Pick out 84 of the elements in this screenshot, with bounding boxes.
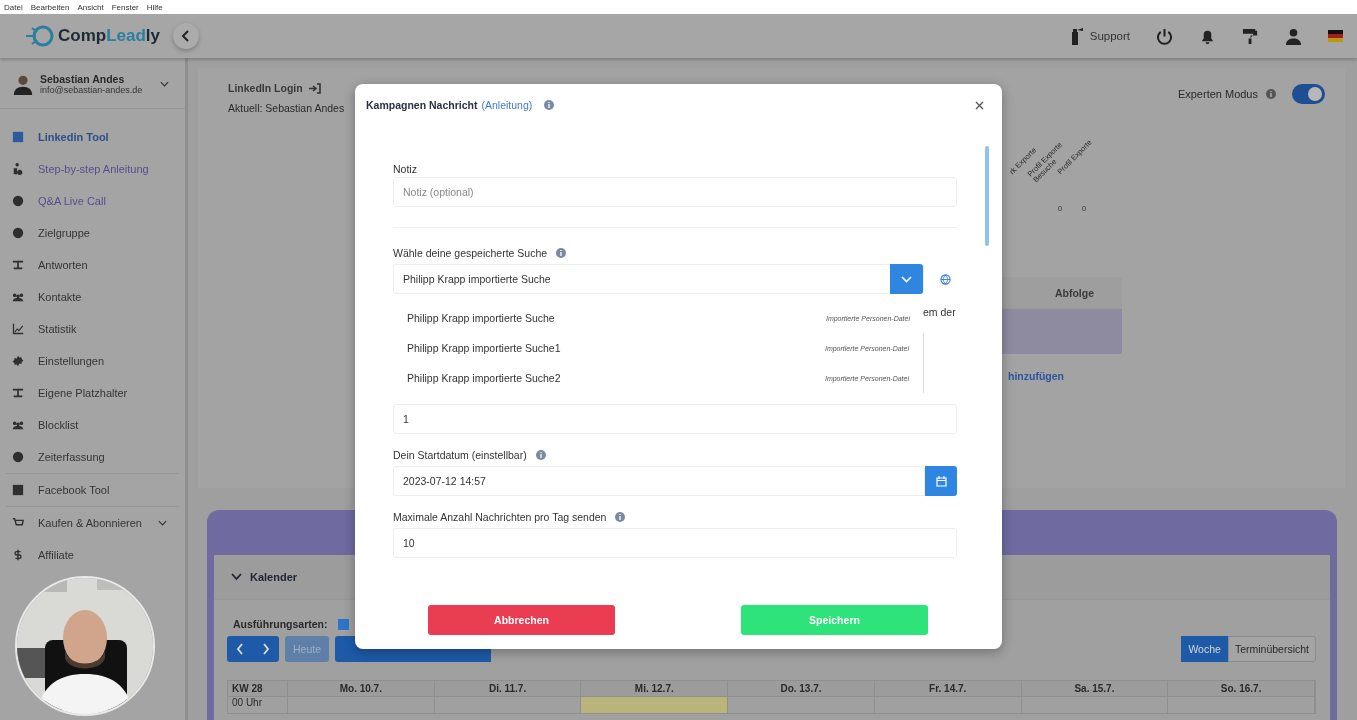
user-email: info@sebastian-andes.de (40, 85, 143, 95)
day-header: Do. 13.7. (728, 681, 875, 697)
sidebar-item[interactable]: Statistik (6, 313, 179, 345)
info-icon[interactable] (556, 248, 567, 258)
sidebar-item[interactable]: Affiliate (6, 539, 179, 571)
sidebar-item[interactable]: Zielgruppe (6, 217, 179, 249)
info-icon[interactable] (1266, 89, 1276, 99)
expert-mode-toggle[interactable] (1292, 84, 1325, 104)
day-header: Sa. 15.7. (1021, 681, 1169, 697)
info-icon[interactable] (615, 512, 626, 522)
chevron-down-icon (158, 520, 167, 526)
current-account: Aktuell: Sebastian Andes (228, 102, 345, 114)
users-icon (12, 419, 24, 431)
chevron-right-icon (262, 643, 270, 655)
sidebar-item[interactable]: Blocklist (6, 409, 179, 441)
sidebar-item[interactable]: Antworten (6, 249, 179, 281)
linkedin-login-link[interactable]: LinkedIn Login (228, 82, 345, 94)
legend-label: Ausführungsarten: (233, 618, 328, 630)
calendar-icon (935, 475, 947, 487)
line-chart-icon (12, 323, 24, 335)
chevron-left-icon (236, 643, 244, 655)
expert-mode-label: Experten Modus (1177, 88, 1258, 100)
start-date-label: Dein Startdatum (einstellbar) (393, 449, 527, 461)
note-field[interactable]: Notiz (optional) (393, 177, 957, 207)
day-header: Fr. 14.7. (874, 681, 1022, 697)
note-label: Notiz (393, 163, 418, 175)
dollar-icon (12, 549, 24, 561)
scrollbar[interactable] (985, 146, 989, 246)
hidden-text: em der (923, 306, 956, 318)
sidebar-item[interactable]: Facebook Tool (6, 474, 179, 506)
chevron-left-icon (181, 30, 191, 42)
view-tab[interactable]: Woche (1181, 636, 1228, 662)
view-tab[interactable]: Terminübersicht (1227, 636, 1316, 662)
menu-item[interactable]: Datei (4, 2, 23, 12)
info-icon[interactable] (544, 100, 555, 110)
sidebar-item[interactable]: Linkedin Tool (6, 121, 179, 153)
login-icon (308, 82, 321, 94)
max-messages-label: Maximale Anzahl Nachrichten pro Tag senden (393, 511, 607, 523)
count-field[interactable]: 1 (393, 404, 957, 434)
globe-icon[interactable] (940, 273, 951, 285)
collapse-button[interactable] (173, 23, 199, 49)
max-messages-field[interactable]: 10 (393, 528, 957, 558)
menu-item[interactable]: Fenster (111, 2, 139, 12)
cancel-button[interactable]: Abbrechen (428, 605, 615, 635)
menu-item[interactable]: Bearbeiten (30, 2, 70, 12)
avatar-icon (12, 73, 34, 95)
close-icon (974, 100, 984, 110)
time-label: 00 Uhr (228, 697, 288, 713)
logo[interactable]: CompLeadly (58, 26, 161, 46)
placeholder-icon (12, 387, 24, 399)
info-icon[interactable] (535, 450, 546, 460)
user-icon[interactable] (1285, 27, 1302, 45)
sidebar-item[interactable]: Kaufen & Abonnieren (6, 507, 179, 539)
chevron-down-icon (901, 275, 912, 283)
saved-search-label: Wähle deine gespeicherte Suche (393, 247, 548, 259)
sidebar-item[interactable]: Kontakte (6, 281, 179, 313)
dialog-title: Kampagnen Nachricht (366, 99, 478, 111)
week-number: KW 28 (228, 681, 288, 697)
sidebar-item[interactable]: Q&A Live Call (6, 185, 179, 217)
power-icon[interactable] (1156, 27, 1173, 45)
sidebar-item[interactable]: Eigene Platzhalter (6, 377, 179, 409)
saved-search-select[interactable]: Philipp Krapp importierte Suche (393, 264, 924, 294)
sidebar-item[interactable]: Einstellungen (6, 345, 179, 377)
start-date-field[interactable]: 2023-07-12 14:57 (393, 466, 925, 496)
day-header: Mo. 10.7. (288, 681, 435, 697)
day-header: Mi. 12.7. (581, 681, 729, 697)
paint-roller-icon[interactable] (1242, 27, 1259, 45)
column-header: Abfolge (1054, 286, 1094, 299)
settings-icon (12, 355, 24, 367)
user-name: Sebastian Andes (40, 73, 126, 85)
add-link[interactable]: hinzufügen (1008, 370, 1064, 382)
sidebar-item[interactable]: Zeiterfassung (6, 441, 179, 473)
menu-item[interactable]: Hilfe (146, 2, 163, 12)
day-header: So. 16.7. (1168, 681, 1315, 697)
sidebar-item[interactable]: Step-by-step Anleitung (6, 153, 179, 185)
placeholder-icon (12, 259, 24, 271)
menu-item[interactable]: Ansicht (77, 2, 104, 12)
support-button[interactable]: Support (1067, 27, 1130, 45)
guide-link[interactable]: (Anleitung) (481, 99, 533, 111)
german-flag-icon[interactable] (1328, 30, 1343, 42)
chevron-down-icon[interactable] (160, 81, 169, 87)
users-icon (12, 291, 24, 303)
day-header: Di. 11.7. (434, 681, 582, 697)
person-question-icon (12, 163, 24, 175)
